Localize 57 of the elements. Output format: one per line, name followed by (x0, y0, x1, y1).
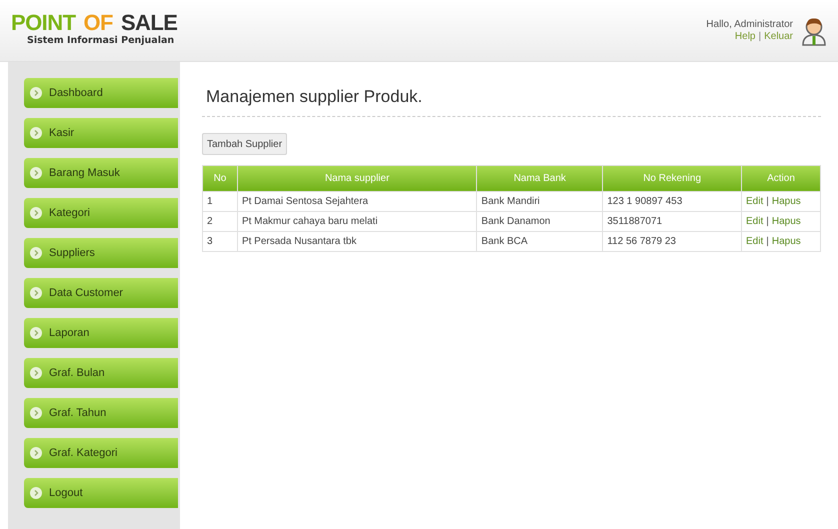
sidebar-menu-item[interactable]: Barang Masuk (24, 158, 178, 188)
user-avatar-icon (801, 16, 827, 46)
chevron-circle-icon (30, 207, 42, 219)
chevron-circle-icon (30, 407, 42, 419)
action-link[interactable]: Edit (746, 214, 764, 229)
table-cell: 123 1 90897 453 (602, 192, 742, 212)
chevron-circle-icon (30, 327, 42, 339)
sidebar-menu-item[interactable]: Graf. Tahun (24, 398, 178, 428)
greeting-text: Hallo, Administrator (706, 18, 793, 30)
table-cell: Pt Makmur cahaya baru melati (237, 212, 477, 232)
table-cell: Bank Mandiri (476, 192, 603, 212)
chevron-circle-icon (30, 287, 42, 299)
table-cell: Bank BCA (476, 232, 603, 252)
column-header: No Rekening (602, 166, 742, 192)
table-cell: Pt Persada Nusantara tbk (237, 232, 477, 252)
column-header: No (202, 166, 238, 192)
chevron-circle-icon (30, 367, 42, 379)
action-link[interactable]: Hapus (772, 194, 801, 209)
link-separator: | (758, 30, 762, 42)
sidebar-menu-item[interactable]: Logout (24, 478, 178, 508)
chevron-circle-icon (30, 127, 42, 139)
sidebar-menu-item[interactable]: Kategori (24, 198, 178, 228)
table-cell: Pt Damai Sentosa Sejahtera (237, 192, 477, 212)
column-header: Action (742, 166, 820, 192)
page-title: Manajemen supplier Produk. (206, 86, 424, 108)
logo-word: POINT (11, 12, 76, 34)
table-cell: 2 (202, 212, 238, 232)
chevron-circle-icon (30, 87, 42, 99)
sidebar-menu-item[interactable]: Kasir (24, 118, 178, 148)
column-header: Nama supplier (237, 166, 477, 192)
action-link[interactable]: Edit (746, 194, 764, 209)
table-cell: Bank Danamon (476, 212, 603, 232)
action-separator: | (766, 195, 769, 209)
column-header: Nama Bank (476, 166, 603, 192)
table-cell: 1 (202, 192, 238, 212)
action-separator: | (766, 215, 769, 229)
sidebar-menu-item[interactable]: Graf. Bulan (24, 358, 178, 388)
action-separator: | (766, 235, 769, 249)
logo-word: OF (83, 12, 113, 34)
chevron-circle-icon (30, 447, 42, 459)
action-link[interactable]: Hapus (772, 214, 801, 229)
sidebar-menu-item[interactable]: Data Customer (24, 278, 178, 308)
logo-subtitle: Sistem Informasi Penjualan (27, 34, 176, 48)
sidebar-menu-item[interactable]: Dashboard (24, 78, 178, 108)
sidebar-menu-item[interactable]: Suppliers (24, 238, 178, 268)
table-cell: 112 56 7879 23 (602, 232, 742, 252)
table-cell: 3511887071 (602, 212, 742, 232)
chevron-circle-icon (30, 487, 42, 499)
sidebar-menu-item[interactable]: Laporan (24, 318, 178, 348)
sidebar-menu-item[interactable]: Graf. Kategori (24, 438, 178, 468)
chevron-circle-icon (30, 247, 42, 259)
action-link[interactable]: Edit (746, 234, 764, 249)
logo-word: SALE (120, 12, 178, 34)
add-supplier-button[interactable]: Tambah Supplier (202, 133, 288, 155)
chevron-circle-icon (30, 167, 42, 179)
action-link[interactable]: Hapus (772, 234, 801, 249)
table-cell: 3 (202, 232, 238, 252)
